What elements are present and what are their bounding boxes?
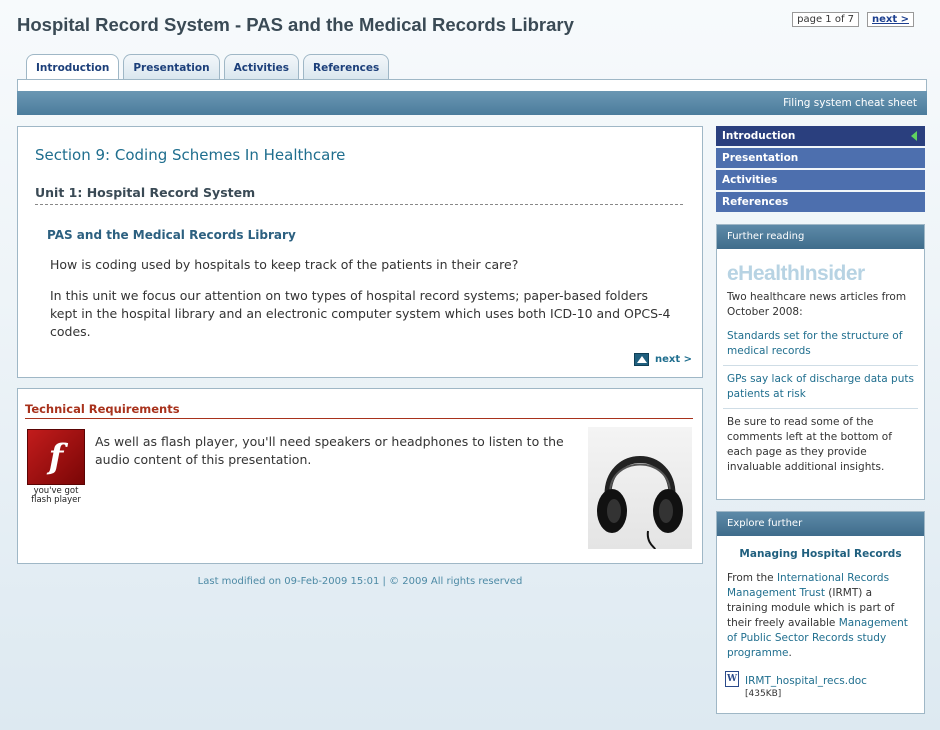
sub-title: PAS and the Medical Records Library (47, 228, 296, 242)
tab-introduction[interactable]: Introduction (26, 54, 120, 81)
tab-presentation[interactable]: Presentation (123, 54, 220, 80)
doc-link[interactable]: IRMT_hospital_recs.doc (745, 674, 867, 689)
unit-title: Unit 1: Hospital Record System (35, 185, 683, 205)
side-nav-references[interactable]: References (716, 192, 925, 212)
explore-text: From the International Records Managemen… (717, 571, 924, 661)
doc-size: [435KB] (745, 689, 782, 699)
technical-requirements: Technical Requirements f you've got flas… (17, 388, 703, 564)
standards-article-link[interactable]: Standards set for the structure of medic… (717, 329, 924, 359)
intro-paragraph: In this unit we focus our attention on t… (50, 288, 671, 339)
footer: Last modified on 09-Feb-2009 15:01 | © 2… (197, 576, 523, 587)
tech-title: Technical Requirements (25, 402, 693, 419)
side-nav: Introduction Presentation Activities Ref… (716, 126, 925, 214)
further-reading-panel: Further reading eHealthInsider Two healt… (716, 224, 925, 500)
tab-activities[interactable]: Activities (223, 54, 299, 80)
tab-bar: Introduction Presentation Activities Ref… (26, 54, 390, 81)
side-nav-label: Introduction (722, 130, 796, 142)
flash-player-icon[interactable]: f (27, 429, 85, 485)
doc-download: W IRMT_hospital_recs.doc [435KB] (717, 671, 924, 699)
toolbar: Filing system cheat sheet (17, 91, 927, 115)
current-arrow-icon (911, 131, 917, 141)
explore-from: From the (727, 572, 774, 584)
explore-end: . (788, 647, 792, 659)
side-nav-activities[interactable]: Activities (716, 170, 925, 190)
ehealth-insider-logo-text: eHealthInsider (727, 262, 865, 285)
side-nav-introduction[interactable]: Introduction (716, 126, 925, 146)
cheat-sheet-link[interactable]: Filing system cheat sheet (783, 97, 917, 109)
gps-article-link[interactable]: GPs say lack of discharge data puts pati… (717, 372, 924, 402)
up-arrow-icon[interactable] (634, 353, 649, 366)
headphones-image (588, 427, 692, 550)
next-page-link[interactable]: next > (867, 12, 914, 27)
tab-strip (17, 79, 927, 91)
intro-question: How is coding used by hospitals to keep … (50, 257, 519, 272)
ehealth-insider-logo[interactable]: eHealthInsider (727, 262, 924, 285)
explore-further-heading: Explore further (717, 512, 924, 536)
explore-further-panel: Explore further Managing Hospital Record… (716, 511, 925, 714)
word-doc-icon[interactable]: W (725, 671, 739, 687)
side-nav-presentation[interactable]: Presentation (716, 148, 925, 168)
section-title: Section 9: Coding Schemes In Healthcare (35, 146, 346, 164)
pager: page 1 of 7 next > (792, 12, 914, 27)
page-title: Hospital Record System - PAS and the Med… (17, 14, 574, 35)
tech-text: As well as flash player, you'll need spe… (95, 434, 564, 467)
main-content: Section 9: Coding Schemes In Healthcare … (17, 126, 703, 378)
tab-references[interactable]: References (303, 54, 390, 80)
further-note: Be sure to read some of the comments lef… (727, 416, 892, 473)
side-nav-label: Presentation (722, 152, 799, 164)
explore-title: Managing Hospital Records (739, 548, 902, 560)
side-nav-label: References (722, 196, 789, 208)
further-reading-heading: Further reading (717, 225, 924, 249)
page-indicator: page 1 of 7 (792, 12, 859, 27)
further-intro: Two healthcare news articles from Octobe… (727, 291, 907, 318)
content-next-link[interactable]: next > (655, 354, 692, 365)
content-next: next > (634, 353, 692, 366)
flash-caption[interactable]: you've got flash player (25, 487, 87, 505)
side-nav-label: Activities (722, 174, 778, 186)
divider (723, 408, 918, 409)
divider (723, 365, 918, 366)
